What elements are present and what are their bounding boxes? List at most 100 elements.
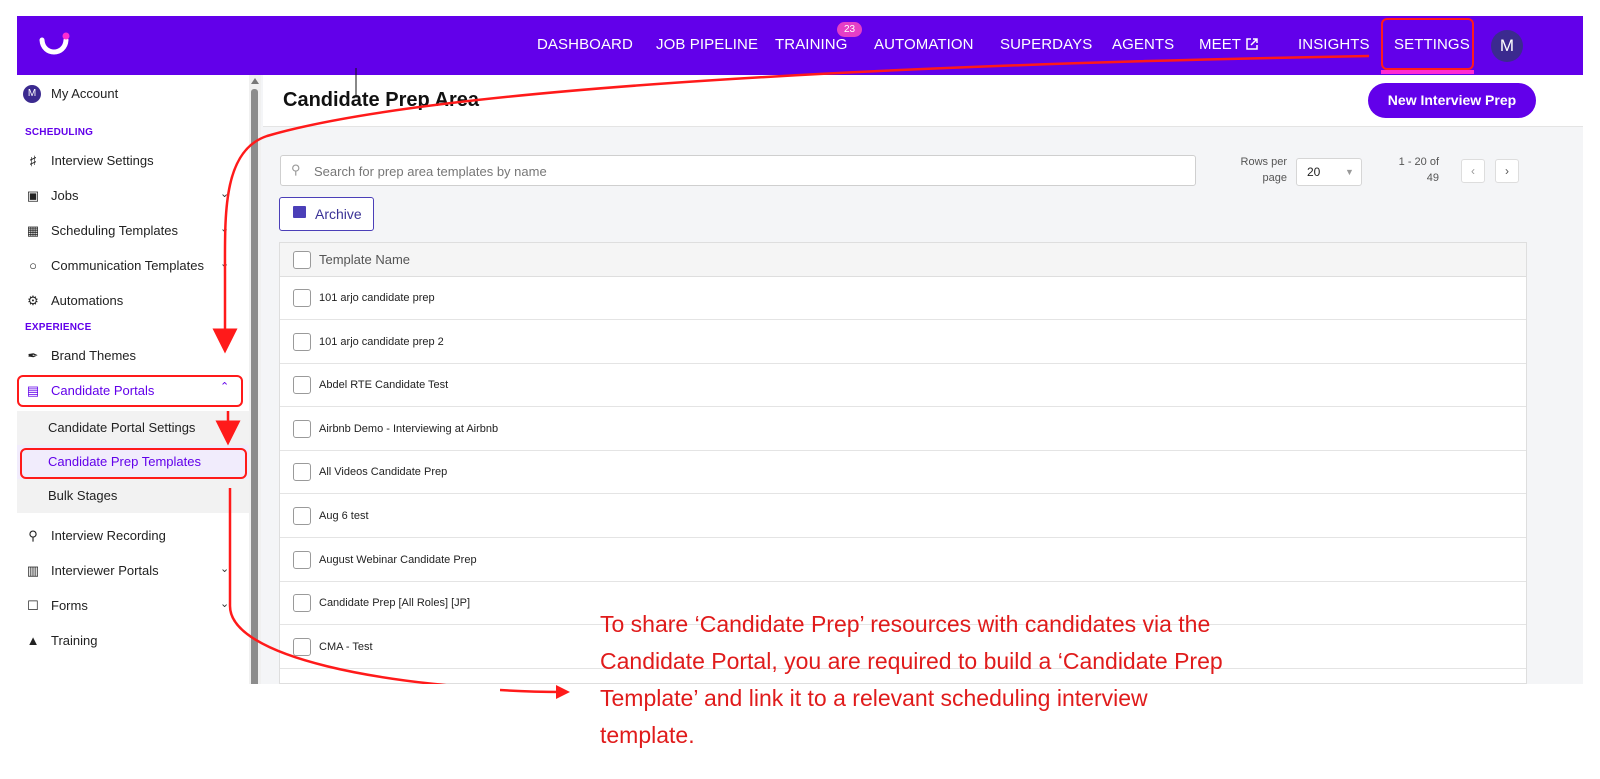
rows-per-page-select[interactable]: 20 ▼	[1296, 158, 1362, 186]
robot-icon: ⚙	[27, 293, 39, 308]
previous-page-button[interactable]: ‹	[1461, 159, 1485, 183]
template-name-cell[interactable]: Abdel RTE Candidate Test	[319, 379, 448, 391]
pagination-range: 1 - 20 of 49	[1398, 156, 1439, 184]
sidebar-subitem-label: Bulk Stages	[48, 488, 118, 503]
template-name-cell[interactable]: August Webinar Candidate Prep	[319, 554, 477, 566]
template-name-cell[interactable]: Candidate Prep [All Roles] [JP]	[319, 597, 470, 609]
template-name-cell[interactable]: CMA - Test	[319, 641, 373, 653]
table-row[interactable]: 101 arjo candidate prep 2	[280, 320, 1526, 364]
table-row[interactable]: 101 arjo candidate prep	[280, 277, 1526, 320]
chat-bubble-icon: ○	[29, 258, 37, 273]
sidebar-item-interviewer-portals[interactable]: ▥ Interviewer Portals ⌄	[17, 556, 249, 586]
briefcase-icon: ▣	[26, 188, 40, 203]
column-header-template-name[interactable]: Template Name	[319, 252, 410, 267]
row-checkbox[interactable]	[293, 289, 311, 307]
sidebar-item-jobs[interactable]: ▣ Jobs ⌄	[17, 181, 249, 211]
section-heading-scheduling: SCHEDULING	[25, 127, 94, 138]
chevron-down-icon[interactable]: ⌄	[220, 562, 229, 575]
sidebar-subitem-candidate-portal-settings[interactable]: Candidate Portal Settings	[17, 411, 249, 445]
nav-active-indicator	[1381, 70, 1474, 74]
template-name-cell[interactable]: 101 arjo candidate prep	[319, 292, 435, 304]
sidebar-subitem-label: Candidate Portal Settings	[48, 420, 196, 435]
sidebar-item-brand-themes[interactable]: ✒ Brand Themes	[17, 341, 249, 371]
template-search-input[interactable]: ⚲ Search for prep area templates by name	[280, 155, 1196, 186]
template-name-cell[interactable]: 101 arjo candidate prep 2	[319, 336, 444, 348]
sidebar-item-communication-templates[interactable]: ○ Communication Templates ⌄	[17, 251, 249, 281]
template-name-cell[interactable]: All Videos Candidate Prep	[319, 466, 447, 478]
sidebar-subitem-bulk-stages[interactable]: Bulk Stages	[17, 479, 249, 513]
chevron-down-icon[interactable]: ⌄	[220, 597, 229, 610]
id-card-icon: ▤	[26, 383, 40, 398]
chevron-up-icon[interactable]: ⌃	[220, 380, 229, 393]
table-row[interactable]: Abdel RTE Candidate Test	[280, 364, 1526, 408]
table-row[interactable]: Airbnb Demo - Interviewing at Airbnb	[280, 407, 1526, 451]
sidebar-item-interview-settings[interactable]: ♯ Interview Settings	[17, 146, 249, 176]
sidebar-item-label: Communication Templates	[51, 258, 204, 273]
table-row[interactable]: Aug 6 test	[280, 495, 1526, 538]
archive-button-label: Archive	[315, 206, 362, 222]
sidebar-item-label: Candidate Portals	[51, 383, 155, 398]
training-count-badge: 23	[837, 22, 862, 37]
row-checkbox[interactable]	[293, 419, 311, 438]
nav-automation[interactable]: AUTOMATION	[874, 36, 974, 53]
sidebar-item-label: Interviewer Portals	[51, 563, 159, 578]
table-header-row: Template Name	[280, 243, 1526, 277]
clipboard-icon: ☐	[27, 598, 39, 613]
sidebar-item-forms[interactable]: ☐ Forms ⌄	[17, 591, 249, 621]
row-checkbox[interactable]	[293, 376, 311, 395]
sidebar-item-candidate-portals[interactable]: ▤ Candidate Portals ⌃	[17, 376, 249, 406]
calendar-icon: ▦	[26, 223, 40, 238]
nav-settings[interactable]: SETTINGS	[1394, 36, 1470, 53]
row-checkbox[interactable]	[293, 332, 311, 351]
caret-down-icon: ▼	[1345, 167, 1354, 177]
scroll-up-arrow-icon[interactable]	[251, 78, 259, 84]
chevron-down-icon[interactable]: ⌄	[220, 222, 229, 235]
nav-dashboard[interactable]: DASHBOARD	[537, 36, 633, 53]
sidebar-scrollbar[interactable]	[249, 75, 261, 684]
nav-meet[interactable]: MEET	[1199, 36, 1259, 53]
chevron-down-icon[interactable]: ⌄	[220, 187, 229, 200]
sidebar-item-interview-recording[interactable]: ⚲ Interview Recording	[17, 521, 249, 551]
scrollbar-thumb[interactable]	[251, 89, 258, 684]
search-placeholder: Search for prep area templates by name	[314, 164, 547, 179]
annotation-arrowhead	[500, 685, 570, 699]
row-checkbox[interactable]	[293, 637, 311, 656]
nav-superdays[interactable]: SUPERDAYS	[1000, 36, 1092, 53]
brand-logo-icon[interactable]	[37, 30, 71, 60]
sidebar-item-scheduling-templates[interactable]: ▦ Scheduling Templates ⌄	[17, 216, 249, 246]
chevron-down-icon[interactable]: ⌄	[220, 257, 229, 270]
nav-training[interactable]: TRAINING	[775, 36, 847, 53]
select-all-checkbox[interactable]	[293, 251, 311, 269]
sidebar-item-label: My Account	[51, 86, 119, 101]
row-checkbox[interactable]	[293, 463, 311, 482]
new-interview-prep-button[interactable]: New Interview Prep	[1368, 83, 1536, 118]
next-page-button[interactable]: ›	[1495, 159, 1519, 183]
template-name-cell[interactable]: Airbnb Demo - Interviewing at Airbnb	[319, 423, 498, 435]
sidebar-item-training[interactable]: ▲ Training	[17, 626, 249, 656]
nav-insights[interactable]: INSIGHTS	[1298, 36, 1370, 53]
sidebar-item-my-account[interactable]: M My Account	[17, 79, 249, 109]
rows-per-page-value: 20	[1307, 165, 1321, 179]
top-navigation: DASHBOARD JOB PIPELINE TRAINING 23 AUTOM…	[17, 16, 1583, 75]
user-avatar[interactable]: M	[1491, 30, 1523, 62]
nav-job-pipeline[interactable]: JOB PIPELINE	[656, 36, 758, 53]
nav-meet-label: MEET	[1199, 36, 1241, 53]
sidebar-item-label: Scheduling Templates	[51, 223, 178, 238]
badge-icon: ▥	[26, 563, 40, 578]
nav-agents[interactable]: AGENTS	[1112, 36, 1174, 53]
graduation-cap-icon: ▲	[26, 633, 40, 648]
external-link-icon	[1246, 38, 1258, 50]
archive-button[interactable]: Archive	[279, 197, 374, 231]
app-frame: DASHBOARD JOB PIPELINE TRAINING 23 AUTOM…	[17, 16, 1583, 684]
annotation-note: To share ‘Candidate Prep’ resources with…	[600, 611, 1223, 748]
row-checkbox[interactable]	[293, 550, 311, 569]
sidebar-item-label: Forms	[51, 598, 88, 613]
template-name-cell[interactable]: Aug 6 test	[319, 510, 369, 522]
table-row[interactable]: August Webinar Candidate Prep	[280, 538, 1526, 582]
settings-sidebar: M My Account SCHEDULING ♯ Interview Sett…	[17, 75, 249, 684]
row-checkbox[interactable]	[293, 507, 311, 525]
table-row[interactable]: All Videos Candidate Prep	[280, 451, 1526, 495]
row-checkbox[interactable]	[293, 594, 311, 613]
sidebar-item-automations[interactable]: ⚙ Automations	[17, 286, 249, 316]
page-header: Candidate Prep Area New Interview Prep	[263, 75, 1583, 127]
